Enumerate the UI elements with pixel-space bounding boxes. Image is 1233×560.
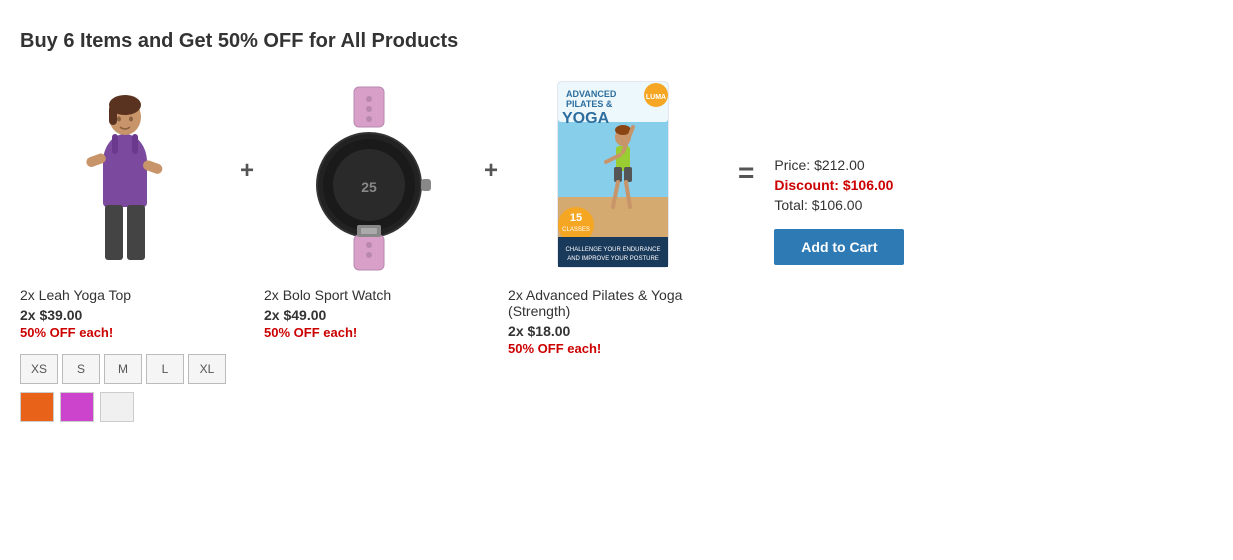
size-options-yoga-top: XS S M L XL bbox=[20, 354, 230, 384]
product-name-yoga-dvd: 2x Advanced Pilates & Yoga (Strength) bbox=[508, 287, 718, 319]
svg-text:CHALLENGE YOUR ENDURANCE: CHALLENGE YOUR ENDURANCE bbox=[566, 247, 661, 253]
color-options-yoga-top bbox=[20, 392, 230, 422]
product-name-bolo-watch: 2x Bolo Sport Watch bbox=[264, 287, 474, 303]
size-m-button[interactable]: M bbox=[104, 354, 142, 384]
svg-text:ADVANCED: ADVANCED bbox=[566, 89, 617, 99]
svg-text:AND IMPROVE YOUR POSTURE: AND IMPROVE YOUR POSTURE bbox=[567, 256, 659, 262]
product-name-yoga-top: 2x Leah Yoga Top bbox=[20, 287, 230, 303]
plus-operator-1: + bbox=[230, 77, 264, 185]
color-swatch-white[interactable] bbox=[100, 392, 134, 422]
size-xl-button[interactable]: XL bbox=[188, 354, 226, 384]
svg-text:LUMA: LUMA bbox=[646, 94, 666, 101]
product-item-yoga-top: 2x Leah Yoga Top 2x $39.00 50% OFF each!… bbox=[20, 77, 230, 422]
promo-title: Buy 6 Items and Get 50% OFF for All Prod… bbox=[20, 30, 1213, 53]
discount-value: $106.00 bbox=[843, 177, 894, 193]
product-item-yoga-dvd: LUMA ADVANCED PILATES & YOGA 15 CLASSES … bbox=[508, 77, 718, 364]
total-line: Total: $106.00 bbox=[774, 197, 934, 213]
price-value: $212.00 bbox=[814, 157, 865, 173]
product-discount-bolo-watch: 50% OFF each! bbox=[264, 325, 474, 340]
product-price-yoga-dvd: 2x $18.00 bbox=[508, 323, 718, 339]
price-line: Price: $212.00 bbox=[774, 157, 934, 173]
bundle-row: 2x Leah Yoga Top 2x $39.00 50% OFF each!… bbox=[20, 77, 1213, 422]
discount-label: Discount: bbox=[774, 177, 842, 193]
size-l-button[interactable]: L bbox=[146, 354, 184, 384]
product-image-yoga-dvd: LUMA ADVANCED PILATES & YOGA 15 CLASSES … bbox=[548, 77, 678, 277]
product-price-yoga-top: 2x $39.00 bbox=[20, 307, 230, 323]
color-swatch-orange[interactable] bbox=[20, 392, 54, 422]
svg-text:CLASSES: CLASSES bbox=[562, 227, 590, 233]
discount-line: Discount: $106.00 bbox=[774, 177, 934, 193]
add-to-cart-button[interactable]: Add to Cart bbox=[774, 229, 904, 265]
product-discount-yoga-dvd: 50% OFF each! bbox=[508, 341, 718, 356]
equals-operator: = bbox=[718, 77, 774, 189]
product-item-bolo-watch: 25 2x Bolo Sport Watch 2x $49.00 50% OFF… bbox=[264, 77, 474, 348]
total-value: $106.00 bbox=[812, 197, 863, 213]
svg-text:15: 15 bbox=[570, 212, 582, 224]
product-image-yoga-top bbox=[65, 77, 185, 277]
svg-text:YOGA: YOGA bbox=[562, 110, 610, 127]
svg-text:PILATES &: PILATES & bbox=[566, 99, 613, 109]
product-discount-yoga-top: 50% OFF each! bbox=[20, 325, 230, 340]
svg-text:25: 25 bbox=[361, 179, 377, 195]
product-price-bolo-watch: 2x $49.00 bbox=[264, 307, 474, 323]
total-label: Total: bbox=[774, 197, 811, 213]
size-s-button[interactable]: S bbox=[62, 354, 100, 384]
size-xs-button[interactable]: XS bbox=[20, 354, 58, 384]
price-label: Price: bbox=[774, 157, 814, 173]
pricing-section: Price: $212.00 Discount: $106.00 Total: … bbox=[774, 77, 934, 265]
plus-operator-2: + bbox=[474, 77, 508, 185]
color-swatch-magenta[interactable] bbox=[60, 392, 94, 422]
product-image-bolo-watch: 25 bbox=[299, 77, 439, 277]
